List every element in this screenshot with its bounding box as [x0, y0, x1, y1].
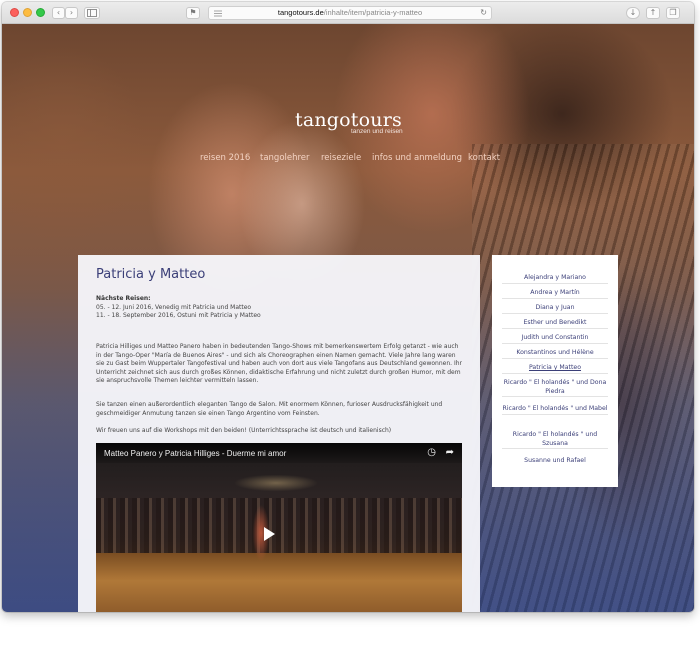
next-trips: Nächste Reisen: 05. - 12. Juni 2016, Ven… [96, 295, 464, 321]
download-button[interactable]: ↓ [626, 7, 640, 19]
teacher-link[interactable]: Esther und Benedikt [502, 319, 608, 329]
tabs-button[interactable]: ❐ [666, 7, 680, 19]
next-trips-heading: Nächste Reisen: [96, 295, 151, 302]
extension-icon: ⚑ [189, 8, 197, 17]
page-viewport[interactable]: tangotours tanzen und reisen reisen 2016… [2, 24, 694, 612]
video-stage-lights [96, 463, 462, 493]
forward-button[interactable]: › [65, 7, 78, 19]
main-nav: reisen 2016 tangolehrer reiseziele infos… [200, 153, 510, 167]
teacher-list-card: Alejandra y Mariano Andrea y Martín Dian… [492, 255, 618, 487]
next-trip-item: 11. - 18. September 2016, Ostuni mit Pat… [96, 312, 261, 319]
nav-infos-und-anmeldung[interactable]: infos und anmeldung [372, 153, 462, 163]
nav-tangolehrer[interactable]: tangolehrer [260, 153, 310, 163]
article-paragraph-3: Wir freuen uns auf die Workshops mit den… [96, 427, 392, 434]
share-arrow-icon[interactable]: ➦ [446, 447, 454, 458]
logo-name: tangotours [295, 109, 402, 131]
extension-button[interactable]: ⚑ [186, 7, 200, 19]
url-text: tangotours.de/inhalte/item/patricia-y-ma… [209, 8, 491, 17]
browser-toolbar: ‹ › ⚑ tangotours.de/inhalte/item/patrici… [2, 2, 694, 24]
teacher-link[interactable]: Ricardo " El holandés " und Szusana [502, 431, 608, 449]
teacher-link[interactable]: Susanne und Rafael [502, 457, 608, 466]
teacher-link[interactable]: Alejandra y Mariano [502, 274, 608, 284]
chevron-right-icon: › [69, 8, 74, 17]
browser-window: ‹ › ⚑ tangotours.de/inhalte/item/patrici… [2, 2, 694, 612]
article-paragraph-2: Sie tanzen einen außerordentlich elegant… [96, 401, 443, 417]
address-bar[interactable]: tangotours.de/inhalte/item/patricia-y-ma… [208, 6, 492, 20]
share-button[interactable]: ↑ [646, 7, 660, 19]
tabs-icon: ❐ [669, 8, 677, 17]
back-button[interactable]: ‹ [52, 7, 65, 19]
video-player[interactable]: Matteo Panero y Patricia Hilliges - Duer… [96, 443, 462, 612]
teacher-link[interactable]: Andrea y Martín [502, 289, 608, 299]
url-domain: tangotours.de [277, 8, 324, 17]
video-title-bar: Matteo Panero y Patricia Hilliges - Duer… [96, 443, 462, 463]
teacher-link[interactable]: Ricardo " El holandés " und Mabel [502, 405, 608, 415]
close-window-button[interactable] [10, 8, 19, 17]
nav-reisen-2016[interactable]: reisen 2016 [200, 153, 250, 163]
download-icon: ↓ [629, 8, 637, 17]
play-icon[interactable] [264, 527, 275, 541]
video-dance-floor [96, 553, 462, 612]
sidebar-icon [87, 9, 97, 17]
video-audience [96, 498, 462, 553]
article-card: Patricia y Matteo Nächste Reisen: 05. - … [78, 255, 480, 612]
teacher-link-active[interactable]: Patricia y Matteo [502, 364, 608, 374]
url-path: /inhalte/item/patricia-y-matteo [323, 8, 423, 17]
nav-reiseziele[interactable]: reiseziele [321, 153, 361, 163]
teacher-link[interactable]: Konstantinos und Hélène [502, 349, 608, 359]
watch-later-icon[interactable]: ◷ [427, 447, 436, 458]
teacher-link[interactable]: Diana y Juan [502, 304, 608, 314]
chevron-left-icon: ‹ [56, 8, 61, 17]
next-trip-item: 05. - 12. Juni 2016, Venedig mit Patrici… [96, 303, 252, 311]
article-paragraph-1: Patricia Hilliges und Matteo Panero habe… [96, 343, 463, 384]
reload-icon[interactable]: ↻ [480, 8, 487, 17]
site-logo[interactable]: tangotours tanzen und reisen [295, 110, 415, 135]
minimize-window-button[interactable] [23, 8, 32, 17]
maximize-window-button[interactable] [36, 8, 45, 17]
share-icon: ↑ [649, 8, 657, 17]
sidebar-button[interactable] [84, 7, 100, 19]
teacher-link[interactable]: Ricardo " El holandés " und Dona Piedra [502, 379, 608, 397]
page-title: Patricia y Matteo [96, 267, 206, 282]
video-title[interactable]: Matteo Panero y Patricia Hilliges - Duer… [104, 449, 286, 458]
logo-tagline: tanzen und reisen [351, 128, 403, 135]
teacher-link[interactable]: Judith und Constantin [502, 334, 608, 344]
nav-kontakt[interactable]: kontakt [468, 153, 500, 163]
